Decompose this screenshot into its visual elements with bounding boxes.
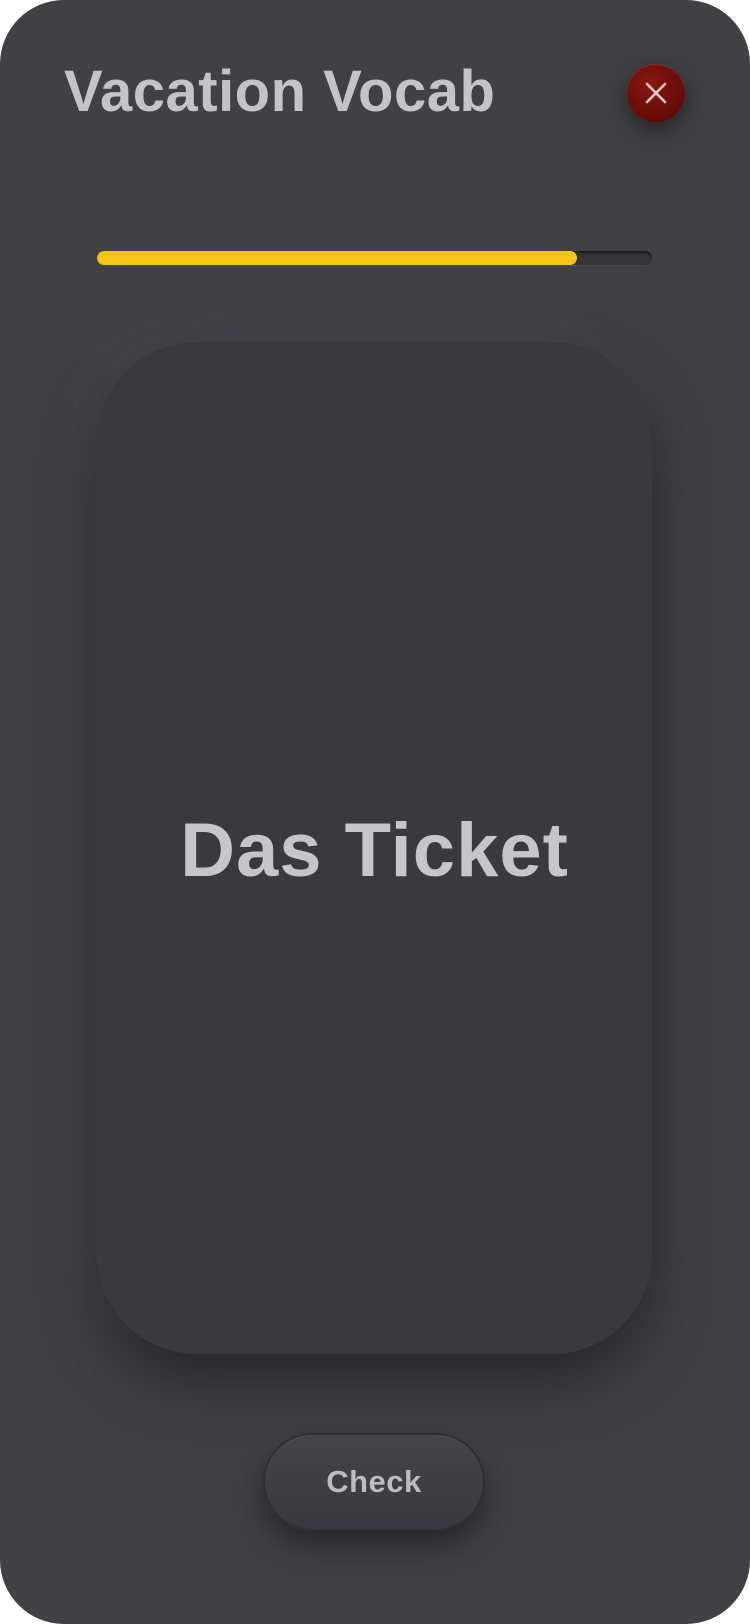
progress-bar — [97, 251, 652, 265]
check-button[interactable]: Check — [263, 1433, 485, 1531]
progress-bar-fill — [97, 251, 578, 265]
flashcard[interactable]: Das Ticket — [97, 342, 652, 1354]
page-title: Vacation Vocab — [64, 59, 496, 124]
close-icon — [644, 81, 668, 105]
close-button[interactable] — [627, 64, 685, 122]
flashcard-word: Das Ticket — [180, 807, 569, 893]
app-screen: Vacation Vocab Das Ticket Check — [0, 0, 750, 1624]
check-button-label: Check — [326, 1464, 422, 1499]
